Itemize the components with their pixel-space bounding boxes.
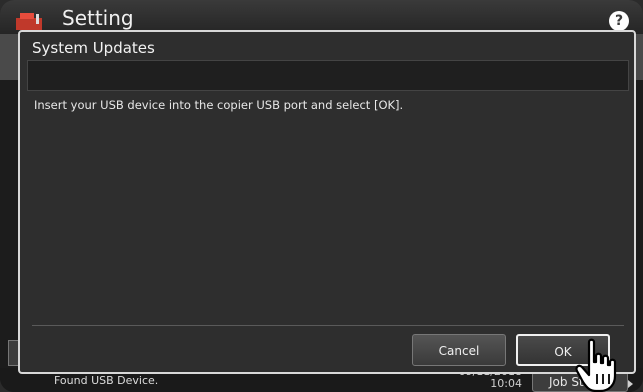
header-bar: Setting ? [0, 0, 643, 34]
time-text: 10:04 [490, 377, 522, 390]
system-updates-dialog: System Updates Insert your USB device in… [18, 30, 636, 374]
screen: Setting ? Found USB Device. 09/11/2018 1… [0, 0, 643, 392]
page-title: Setting [62, 6, 134, 30]
cancel-button[interactable]: Cancel [412, 334, 506, 366]
help-icon[interactable]: ? [609, 11, 629, 31]
toolbox-icon [16, 13, 42, 30]
dialog-message: Insert your USB device into the copier U… [34, 98, 404, 112]
hand-pointer-icon [575, 338, 617, 392]
dialog-info-bar [27, 60, 629, 91]
chevron-right-icon [628, 380, 633, 388]
status-message: Found USB Device. [54, 374, 159, 387]
dialog-title: System Updates [32, 39, 155, 57]
dialog-divider [32, 325, 624, 326]
